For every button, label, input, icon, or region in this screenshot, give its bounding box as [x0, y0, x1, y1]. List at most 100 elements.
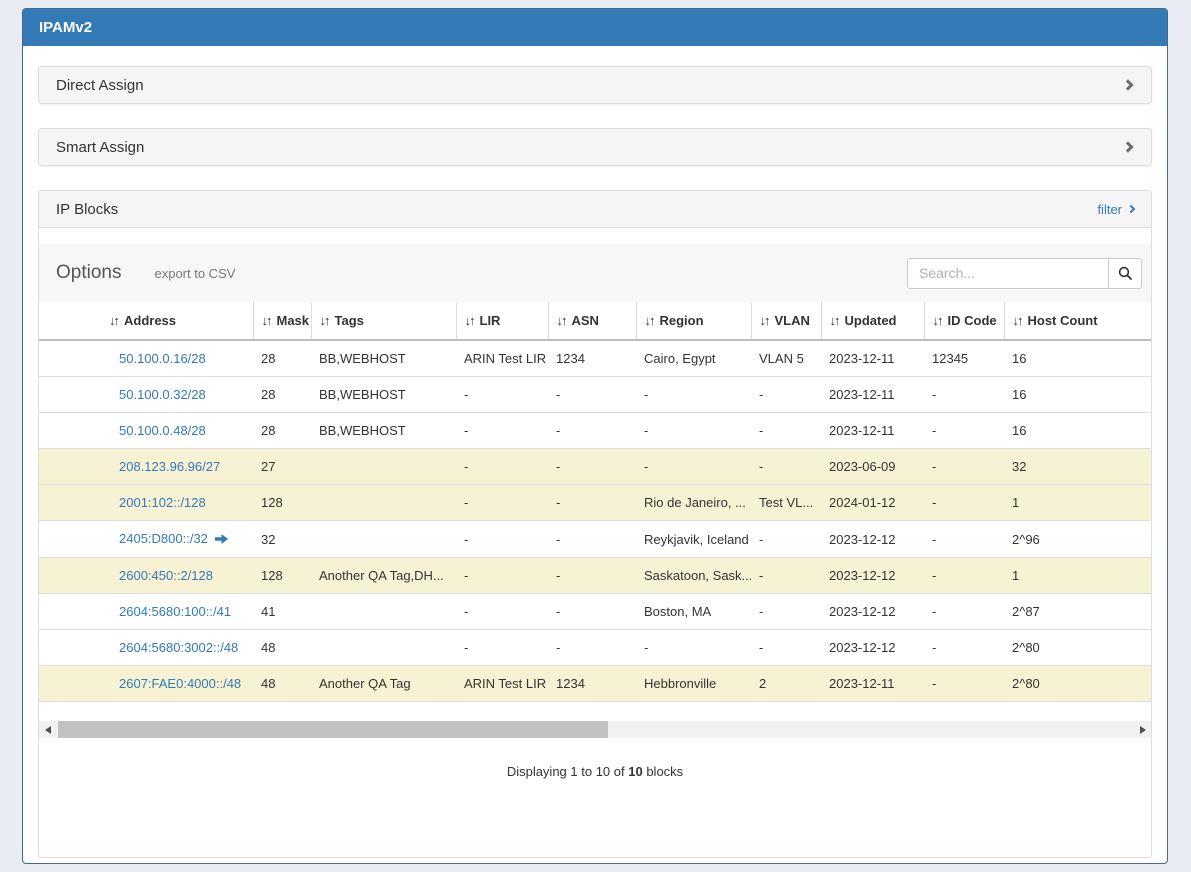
cell-region: - [636, 413, 751, 449]
cell-mask: 128 [253, 558, 311, 594]
cell-vlan: 2 [751, 666, 821, 702]
pagination-status: Displaying 1 to 10 of 10 blocks [39, 764, 1151, 779]
cell-updated: 2023-12-11 [821, 666, 924, 702]
scroll-left-icon [45, 726, 51, 734]
column-header-host-count[interactable]: ↓↑Host Count [1004, 302, 1151, 340]
cell-lir: ARIN Test LIR [456, 340, 548, 377]
search-button[interactable] [1108, 258, 1142, 289]
cell-lir: - [456, 377, 548, 413]
direct-assign-panel[interactable]: Direct Assign [38, 66, 1152, 104]
cell-host-count: 16 [1004, 377, 1151, 413]
sort-icon: ↓↑ [262, 313, 271, 328]
table-row: 208.123.96.96/2727----2023-06-09-32 [39, 449, 1151, 485]
cell-updated: 2023-12-12 [821, 558, 924, 594]
cell-asn: - [548, 630, 636, 666]
spacer-cell [39, 449, 101, 485]
chevron-right-icon [1122, 141, 1133, 152]
cell-host-count: 2^87 [1004, 594, 1151, 630]
cell-address: 2001:102::/128 [101, 485, 253, 521]
block-address-link[interactable]: 2604:5680:100::/41 [119, 604, 231, 619]
spacer-cell [39, 558, 101, 594]
table-row: 2604:5680:100::/4141--Boston, MA-2023-12… [39, 594, 1151, 630]
cell-id-code: - [924, 377, 1004, 413]
chevron-right-icon [1127, 205, 1135, 213]
app-title: IPAMv2 [39, 19, 92, 36]
filter-link[interactable]: filter [1097, 202, 1134, 217]
sort-icon: ↓↑ [109, 313, 118, 328]
scroll-left-button[interactable] [39, 721, 56, 738]
cell-vlan: VLAN 5 [751, 340, 821, 377]
table-row: 2604:5680:3002::/4848----2023-12-12-2^80 [39, 630, 1151, 666]
cell-address: 208.123.96.96/27 [101, 449, 253, 485]
sort-icon: ↓↑ [1013, 313, 1022, 328]
block-address-link[interactable]: 208.123.96.96/27 [119, 459, 220, 474]
scroll-right-button[interactable] [1134, 721, 1151, 738]
block-address-link[interactable]: 2001:102::/128 [119, 495, 206, 510]
table-row: 2001:102::/128128--Rio de Janeiro, ...Te… [39, 485, 1151, 521]
scroll-right-icon [1140, 726, 1146, 734]
cell-id-code: - [924, 666, 1004, 702]
cell-lir: - [456, 630, 548, 666]
cell-region: Hebbronville [636, 666, 751, 702]
cell-region: - [636, 449, 751, 485]
column-header-region[interactable]: ↓↑Region [636, 302, 751, 340]
block-address-link[interactable]: 2600:450::2/128 [119, 568, 213, 583]
cell-region: Saskatoon, Sask... [636, 558, 751, 594]
scrollbar-thumb[interactable] [58, 721, 608, 738]
block-address-link[interactable]: 2607:FAE0:4000::/48 [119, 676, 241, 691]
pagination-suffix: blocks [646, 764, 683, 779]
ip-blocks-heading: IP Blocks filter [39, 191, 1151, 228]
cell-tags: BB,WEBHOST [311, 377, 456, 413]
cell-updated: 2023-12-11 [821, 413, 924, 449]
cell-updated: 2023-06-09 [821, 449, 924, 485]
spacer-cell [39, 630, 101, 666]
smart-assign-panel[interactable]: Smart Assign [38, 128, 1152, 166]
cell-updated: 2023-12-12 [821, 594, 924, 630]
sort-icon: ↓↑ [933, 313, 942, 328]
search-input[interactable] [907, 258, 1109, 289]
spacer-cell [39, 485, 101, 521]
cell-vlan: - [751, 449, 821, 485]
column-header-address[interactable]: ↓↑Address [101, 302, 253, 340]
smart-assign-label: Smart Assign [56, 139, 144, 156]
cell-vlan: - [751, 558, 821, 594]
cell-asn: - [548, 413, 636, 449]
cell-id-code: - [924, 521, 1004, 558]
cell-tags: BB,WEBHOST [311, 340, 456, 377]
column-header-id-code[interactable]: ↓↑ID Code [924, 302, 1004, 340]
column-label: Mask [277, 313, 310, 328]
block-address-link[interactable]: 50.100.0.32/28 [119, 387, 206, 402]
block-address-link[interactable]: 2604:5680:3002::/48 [119, 640, 238, 655]
column-header-vlan[interactable]: ↓↑VLAN [751, 302, 821, 340]
column-header-asn[interactable]: ↓↑ASN [548, 302, 636, 340]
cell-asn: - [548, 377, 636, 413]
column-label: Tags [335, 313, 364, 328]
pagination-total: 10 [628, 764, 642, 779]
column-header-lir[interactable]: ↓↑LIR [456, 302, 548, 340]
column-header-tags[interactable]: ↓↑Tags [311, 302, 456, 340]
cell-mask: 41 [253, 594, 311, 630]
cell-updated: 2023-12-12 [821, 630, 924, 666]
cell-id-code: - [924, 558, 1004, 594]
cell-region: Cairo, Egypt [636, 340, 751, 377]
cell-address: 50.100.0.16/28 [101, 340, 253, 377]
horizontal-scrollbar[interactable] [39, 721, 1151, 738]
block-address-link[interactable]: 50.100.0.16/28 [119, 351, 206, 366]
forward-arrow-icon [215, 532, 228, 547]
cell-host-count: 1 [1004, 485, 1151, 521]
export-csv-link[interactable]: export to CSV [154, 266, 235, 281]
column-header-mask[interactable]: ↓↑ Mask [253, 302, 311, 340]
filter-label: filter [1097, 202, 1122, 217]
cell-region: Reykjavik, Iceland [636, 521, 751, 558]
column-header-updated[interactable]: ↓↑Updated [821, 302, 924, 340]
cell-mask: 48 [253, 630, 311, 666]
cell-address: 50.100.0.48/28 [101, 413, 253, 449]
cell-mask: 48 [253, 666, 311, 702]
app-window: IPAMv2 Direct Assign Smart Assign IP Blo… [22, 8, 1168, 864]
block-address-link[interactable]: 50.100.0.48/28 [119, 423, 206, 438]
cell-host-count: 32 [1004, 449, 1151, 485]
table-row: 2607:FAE0:4000::/4848Another QA TagARIN … [39, 666, 1151, 702]
cell-host-count: 16 [1004, 413, 1151, 449]
block-address-link[interactable]: 2405:D800::/32 [119, 531, 208, 546]
cell-tags [311, 630, 456, 666]
